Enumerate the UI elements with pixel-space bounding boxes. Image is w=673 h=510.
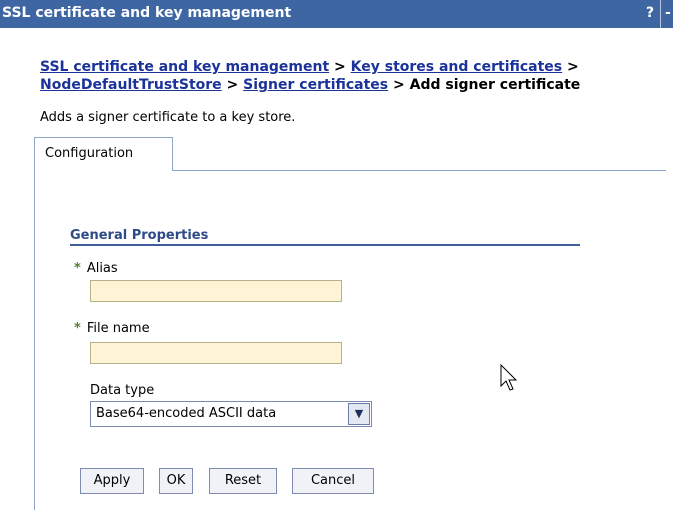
- breadcrumb-link-signer-certificates[interactable]: Signer certificates: [243, 77, 388, 93]
- breadcrumb-link-keystores[interactable]: Key stores and certificates: [351, 59, 563, 75]
- file-name-input[interactable]: [90, 342, 342, 364]
- data-type-selected-value: Base64-encoded ASCII data: [96, 406, 277, 421]
- alias-label-text: Alias: [86, 261, 118, 276]
- section-title: General Properties: [70, 228, 209, 243]
- ok-button[interactable]: OK: [159, 468, 193, 494]
- data-type-select[interactable]: Base64-encoded ASCII data ▼: [90, 401, 372, 427]
- minimize-button[interactable]: -: [665, 5, 671, 21]
- tab-configuration-label: Configuration: [45, 146, 134, 161]
- tab-configuration[interactable]: Configuration: [34, 137, 173, 171]
- breadcrumb: SSL certificate and key management > Key…: [40, 58, 670, 94]
- data-type-label: Data type: [90, 383, 155, 398]
- configuration-panel: [34, 170, 666, 510]
- breadcrumb-separator: >: [567, 59, 579, 75]
- alias-input[interactable]: [90, 280, 342, 302]
- title-bar-divider: [660, 0, 661, 28]
- section-divider: [70, 244, 580, 246]
- breadcrumb-link-truststore[interactable]: NodeDefaultTrustStore: [40, 77, 222, 93]
- page-description: Adds a signer certificate to a key store…: [40, 110, 296, 125]
- alias-label: * Alias: [74, 261, 118, 276]
- file-name-label-text: File name: [86, 321, 150, 336]
- apply-button[interactable]: Apply: [80, 468, 144, 494]
- breadcrumb-current: Add signer certificate: [409, 77, 581, 93]
- breadcrumb-separator: >: [334, 59, 346, 75]
- window-title: SSL certificate and key management: [2, 5, 292, 21]
- file-name-label: * File name: [74, 321, 150, 336]
- help-button[interactable]: ?: [646, 5, 654, 21]
- mouse-pointer-icon: [500, 364, 518, 391]
- chevron-down-icon[interactable]: ▼: [348, 403, 370, 425]
- title-bar: SSL certificate and key management ? -: [0, 0, 673, 28]
- cancel-button[interactable]: Cancel: [292, 468, 374, 494]
- breadcrumb-separator: >: [226, 77, 239, 93]
- reset-button[interactable]: Reset: [209, 468, 277, 494]
- breadcrumb-separator: >: [393, 77, 405, 93]
- breadcrumb-link-ssl[interactable]: SSL certificate and key management: [40, 59, 329, 75]
- required-marker-icon: *: [74, 261, 81, 276]
- required-marker-icon: *: [74, 321, 81, 336]
